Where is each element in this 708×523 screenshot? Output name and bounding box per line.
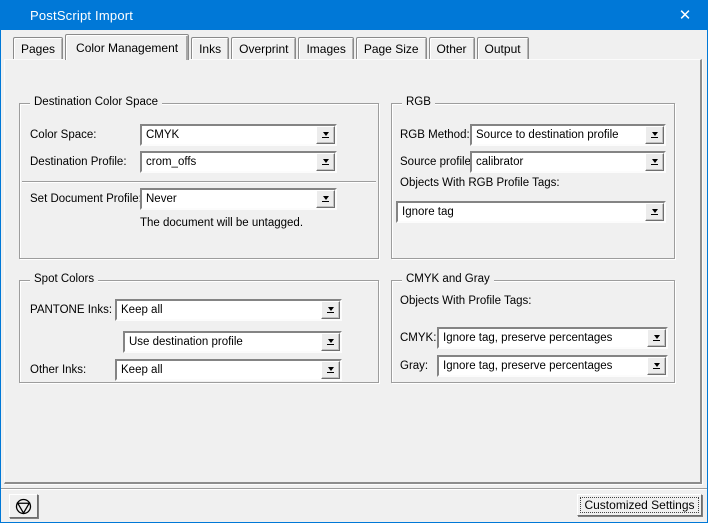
set-document-profile-label: Set Document Profile:	[30, 188, 142, 210]
rgb-profile-tags-select[interactable]: Ignore tag	[396, 201, 666, 223]
tab-output[interactable]: Output	[477, 37, 529, 59]
tab-inks[interactable]: Inks	[191, 37, 229, 59]
pantone-profile-value: Use destination profile	[129, 333, 243, 351]
rgb-method-value: Source to destination profile	[476, 126, 619, 144]
set-document-profile-value: Never	[146, 190, 177, 208]
tab-color-management[interactable]: Color Management	[65, 34, 189, 60]
dropdown-arrow-icon[interactable]	[321, 301, 340, 319]
dropdown-arrow-icon[interactable]	[316, 190, 335, 208]
rgb-profile-tags-label: Objects With RGB Profile Tags:	[400, 177, 560, 189]
dropdown-arrow-icon[interactable]	[321, 333, 340, 351]
group-title: RGB	[402, 96, 435, 108]
title-bar: PostScript Import ✕	[0, 0, 708, 30]
color-space-value: CMYK	[146, 126, 179, 144]
destination-color-space-group: Destination Color Space Color Space: CMY…	[19, 103, 379, 259]
destination-profile-select[interactable]: crom_offs	[140, 151, 337, 173]
dropdown-arrow-icon[interactable]	[647, 357, 666, 375]
rgb-method-label: RGB Method:	[400, 124, 470, 146]
destination-profile-value: crom_offs	[146, 153, 196, 171]
color-management-panel: Destination Color Space Color Space: CMY…	[4, 59, 702, 484]
window-title: PostScript Import	[30, 8, 133, 23]
profile-tags-label: Objects With Profile Tags:	[400, 295, 531, 307]
cmyk-tags-select[interactable]: Ignore tag, preserve percentages	[437, 327, 668, 349]
dialog-body: Pages Color Management Inks Overprint Im…	[1, 30, 707, 522]
color-space-select[interactable]: CMYK	[140, 124, 337, 146]
untagged-note: The document will be untagged.	[140, 217, 303, 229]
other-inks-label: Other Inks:	[30, 359, 86, 381]
close-button[interactable]: ✕	[662, 0, 708, 30]
postscript-import-dialog: PostScript Import ✕ Pages Color Manageme…	[0, 0, 708, 523]
footer-separator	[1, 488, 707, 490]
source-profile-label: Source profile:	[400, 151, 474, 173]
spot-colors-group: Spot Colors PANTONE Inks: Keep all Use d…	[19, 280, 379, 383]
tab-other[interactable]: Other	[429, 37, 475, 59]
rgb-method-select[interactable]: Source to destination profile	[470, 124, 666, 146]
tab-page-size[interactable]: Page Size	[356, 37, 427, 59]
gray-label: Gray:	[400, 355, 428, 377]
customized-settings-button[interactable]: Customized Settings	[577, 494, 702, 516]
source-profile-value: calibrator	[476, 153, 523, 171]
help-button[interactable]	[9, 494, 38, 518]
source-profile-select[interactable]: calibrator	[470, 151, 666, 173]
dropdown-arrow-icon[interactable]	[645, 126, 664, 144]
dropdown-arrow-icon[interactable]	[316, 153, 335, 171]
dropdown-arrow-icon[interactable]	[647, 329, 666, 347]
destination-profile-label: Destination Profile:	[30, 151, 127, 173]
group-title: Destination Color Space	[30, 96, 162, 108]
group-title: CMYK and Gray	[402, 273, 494, 285]
rgb-group: RGB RGB Method: Source to destination pr…	[391, 103, 675, 259]
other-inks-value: Keep all	[121, 361, 163, 379]
cmyk-label: CMYK:	[400, 327, 436, 349]
tab-pages[interactable]: Pages	[13, 37, 63, 59]
group-separator	[22, 181, 376, 183]
pantone-inks-value: Keep all	[121, 301, 163, 319]
tab-overprint[interactable]: Overprint	[231, 37, 296, 59]
close-icon: ✕	[679, 6, 692, 24]
dropdown-arrow-icon[interactable]	[645, 153, 664, 171]
group-title: Spot Colors	[30, 273, 98, 285]
pantone-inks-select[interactable]: Keep all	[115, 299, 342, 321]
other-inks-select[interactable]: Keep all	[115, 359, 342, 381]
tab-images[interactable]: Images	[298, 37, 353, 59]
cmyk-tags-value: Ignore tag, preserve percentages	[443, 329, 612, 347]
rgb-profile-tags-value: Ignore tag	[402, 203, 454, 221]
circle-triangle-icon	[15, 498, 32, 515]
pantone-profile-select[interactable]: Use destination profile	[123, 331, 342, 353]
gray-tags-value: Ignore tag, preserve percentages	[443, 357, 612, 375]
set-document-profile-select[interactable]: Never	[140, 188, 337, 210]
dropdown-arrow-icon[interactable]	[645, 203, 664, 221]
dropdown-arrow-icon[interactable]	[316, 126, 335, 144]
color-space-label: Color Space:	[30, 124, 96, 146]
tab-bar: Pages Color Management Inks Overprint Im…	[13, 33, 531, 59]
pantone-inks-label: PANTONE Inks:	[30, 299, 112, 321]
cmyk-and-gray-group: CMYK and Gray Objects With Profile Tags:…	[391, 280, 675, 383]
dropdown-arrow-icon[interactable]	[321, 361, 340, 379]
gray-tags-select[interactable]: Ignore tag, preserve percentages	[437, 355, 668, 377]
